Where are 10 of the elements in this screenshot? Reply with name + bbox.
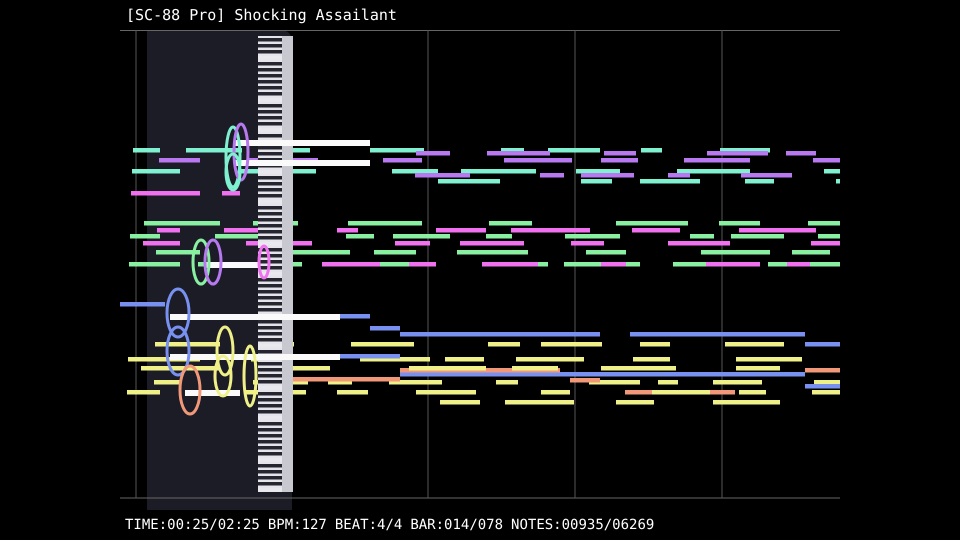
status-text: BEAT:4/4: [334, 518, 402, 532]
note-hit-ring: [258, 244, 270, 280]
song-title: [SC-88 Pro] Shocking Assailant: [126, 8, 397, 22]
note-hit-ring: [166, 326, 190, 376]
status-text: BAR:014/078: [410, 518, 504, 532]
status-text: NOTES:00935/06269: [511, 518, 654, 532]
status-text: BPM:127: [268, 518, 327, 532]
note-hit-ring: [178, 364, 202, 416]
status-text: TIME:00:25/02:25: [125, 518, 260, 532]
note-hit-ring: [204, 238, 222, 286]
